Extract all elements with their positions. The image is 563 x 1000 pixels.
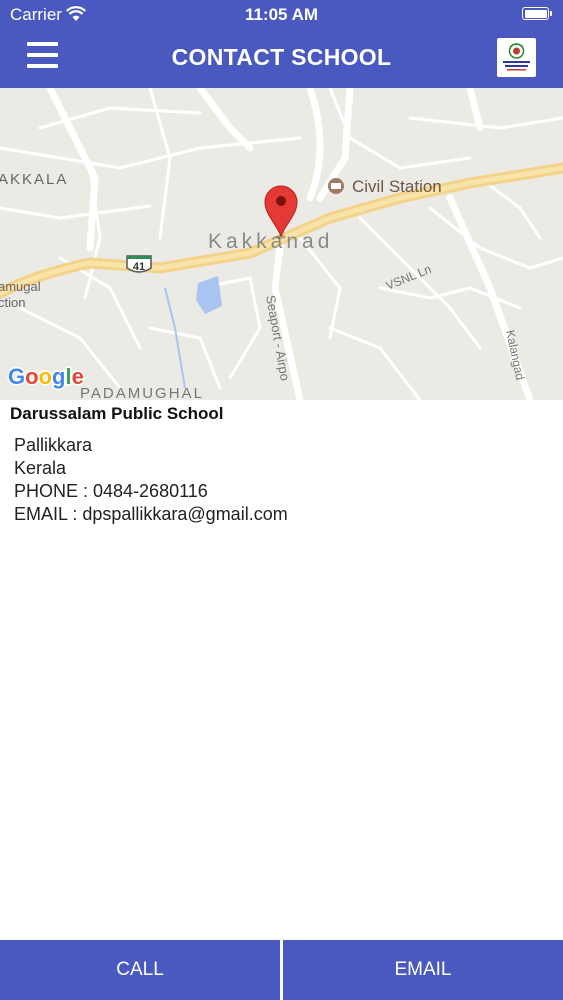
map-label-amugal: amugal: [0, 279, 41, 294]
hamburger-menu-icon[interactable]: [27, 42, 58, 68]
google-logo: Google: [8, 364, 84, 389]
call-button[interactable]: CALL: [0, 940, 280, 1000]
school-name: Darussalam Public School: [10, 404, 224, 423]
highway-number-label: 41: [133, 261, 145, 273]
app-header: Carrier 11:05 AM CONTACT SCHOOL: [0, 0, 563, 88]
school-contact-details: Pallikkara Kerala PHONE : 0484-2680116 E…: [14, 434, 288, 526]
map-label-civil-station: Civil Station: [352, 177, 442, 196]
address-line-2: Kerala: [14, 458, 67, 478]
clock: 11:05 AM: [244, 5, 319, 24]
school-logo: [497, 38, 536, 77]
school-location-map[interactable]: 41 AKKALA Civil Station Kakkanad amugal …: [0, 88, 563, 400]
highway-shield: 41: [126, 255, 152, 273]
status-bar: Carrier 11:05 AM: [0, 0, 563, 30]
page-title: CONTACT SCHOOL: [171, 44, 392, 70]
phone-number[interactable]: PHONE : 0484-2680116: [14, 480, 288, 503]
map-label-kakkala: AKKALA: [0, 171, 68, 188]
email-button[interactable]: EMAIL: [283, 940, 563, 1000]
map-label-ction: ction: [0, 295, 25, 310]
address-line-1: Pallikkara: [14, 435, 93, 455]
map-label-padamughal: PADAMUGHAL: [80, 385, 204, 400]
email-address[interactable]: EMAIL : dpspallikkara@gmail.com: [14, 503, 288, 526]
map-label-kakkanad: Kakkanad: [208, 230, 333, 253]
battery-icon: [522, 7, 552, 20]
